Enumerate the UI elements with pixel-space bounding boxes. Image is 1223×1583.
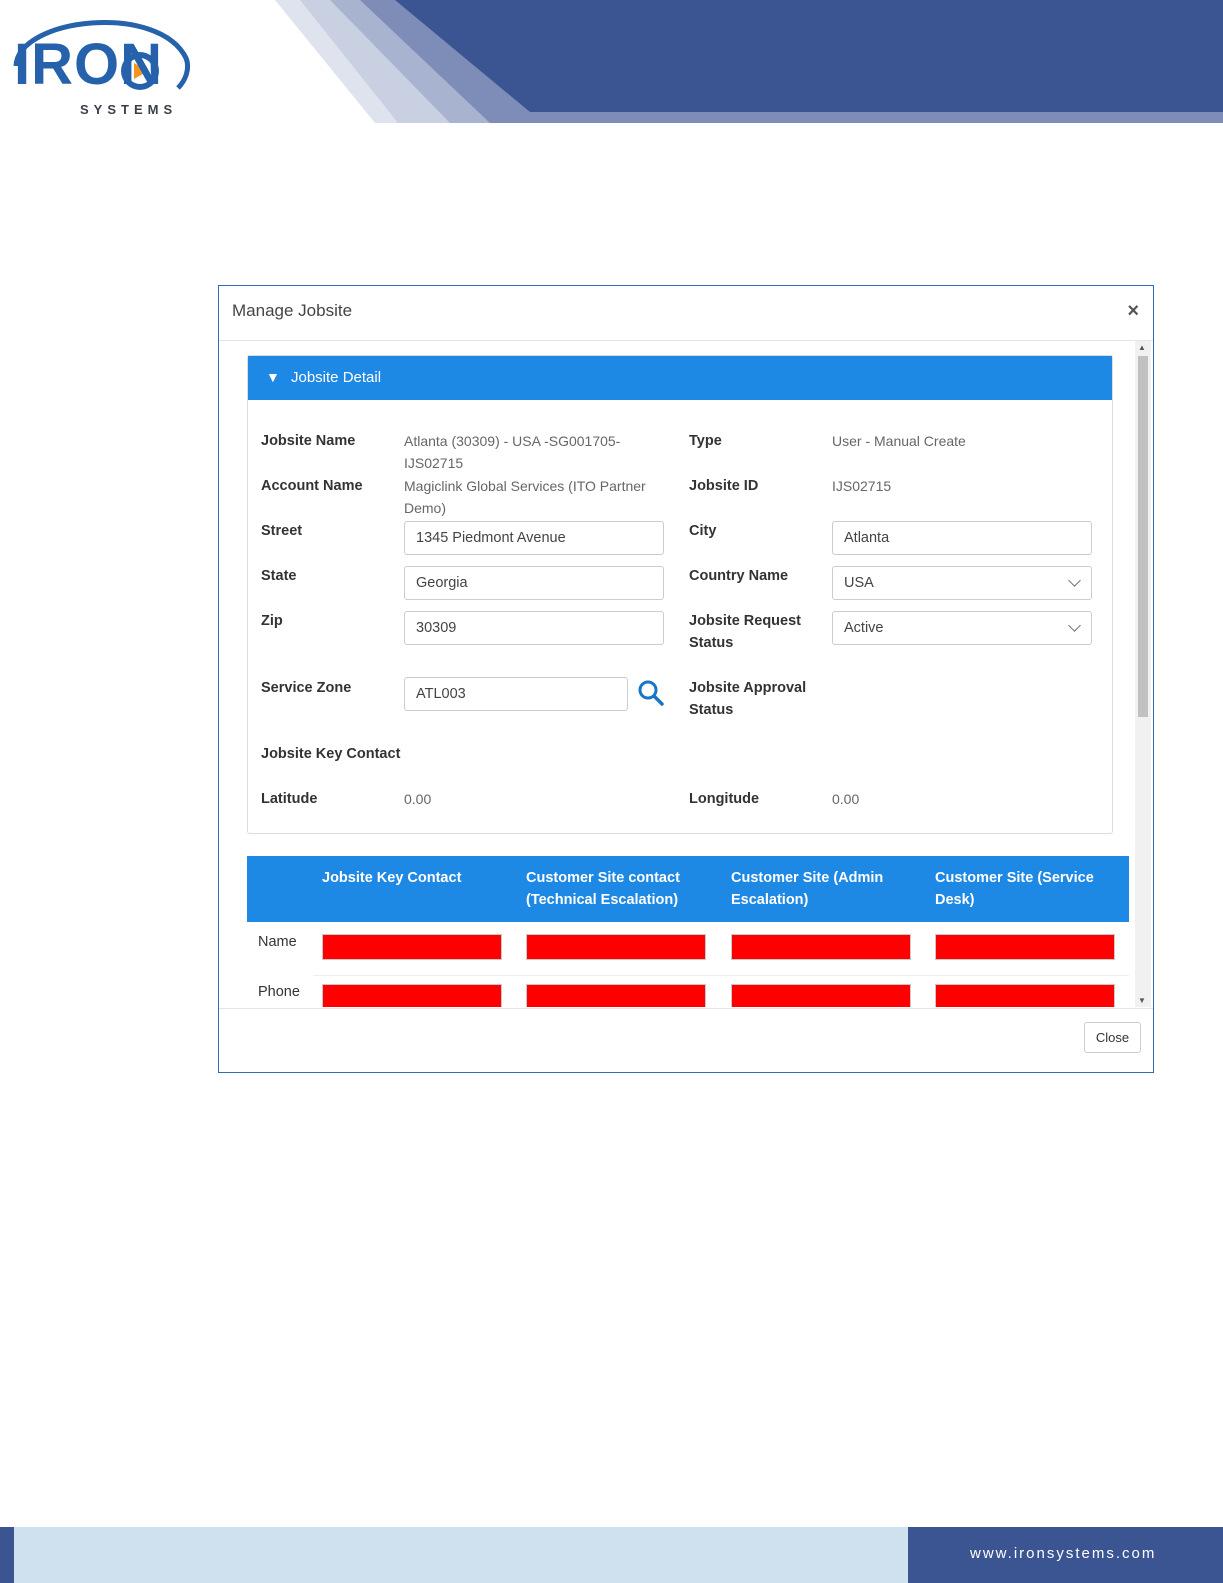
footer-strip	[0, 1527, 14, 1583]
column-header-admin-escalation: Customer Site (Admin Escalation)	[731, 870, 884, 908]
city-label: City	[689, 523, 717, 539]
state-input[interactable]: Georgia	[404, 566, 664, 600]
column-header-service-desk: Customer Site (Service Desk)	[935, 870, 1094, 908]
jobsite-detail-panel: ▼ Jobsite Detail Jobsite Name Atlanta (3…	[247, 355, 1113, 834]
state-label: State	[261, 568, 297, 584]
account-name-label: Account Name	[261, 478, 363, 494]
scroll-up-arrow-icon[interactable]: ▲	[1138, 343, 1146, 352]
name-field-service-desk[interactable]	[935, 934, 1115, 960]
modal-scrollbar[interactable]: ▲ ▼	[1135, 341, 1151, 1007]
phone-field-admin-escalation[interactable]	[731, 984, 911, 1007]
page-header: IRON SYSTEMS	[0, 0, 1223, 125]
country-select[interactable]: USA	[832, 566, 1092, 600]
phone-field-key-contact[interactable]	[322, 984, 502, 1007]
type-label: Type	[689, 433, 722, 449]
page-footer: www.ironsystems.com	[0, 1527, 1223, 1583]
street-label: Street	[261, 523, 303, 539]
chevron-down-icon	[1068, 619, 1081, 632]
account-name-value-line1: Magiclink Global Services (ITO Partner	[404, 478, 646, 494]
city-input[interactable]: Atlanta	[832, 521, 1092, 555]
name-field-key-contact[interactable]	[322, 934, 502, 960]
footer-band	[14, 1527, 908, 1583]
name-field-admin-escalation[interactable]	[731, 934, 911, 960]
street-input[interactable]: 1345 Piedmont Avenue	[404, 521, 664, 555]
name-field-technical-escalation[interactable]	[526, 934, 706, 960]
country-selected-value: USA	[844, 575, 874, 591]
search-icon[interactable]	[637, 679, 665, 707]
manage-jobsite-modal: Manage Jobsite × ▼ Jobsite Detail Jobsit…	[218, 285, 1154, 1073]
jobsite-id-value: IJS02715	[832, 478, 892, 494]
close-button[interactable]: Close	[1084, 1022, 1141, 1053]
zip-input[interactable]: 30309	[404, 611, 664, 645]
country-name-label: Country Name	[689, 568, 789, 584]
jobsite-request-status-label-line2: Status	[689, 635, 734, 651]
column-header-technical-escalation: Customer Site contact (Technical Escalati…	[526, 870, 680, 908]
panel-title: Jobsite Detail	[291, 369, 382, 386]
service-zone-label: Service Zone	[261, 680, 352, 696]
modal-header: Manage Jobsite ×	[219, 286, 1153, 341]
row-label-name: Name	[258, 934, 297, 950]
scroll-down-arrow-icon[interactable]: ▼	[1138, 996, 1146, 1005]
row-divider	[313, 975, 1129, 976]
phone-field-technical-escalation[interactable]	[526, 984, 706, 1007]
jobsite-name-value-line2: IJS02715	[404, 455, 464, 471]
zip-label: Zip	[261, 613, 283, 629]
company-logo: IRON SYSTEMS	[8, 8, 191, 117]
latitude-label: Latitude	[261, 791, 318, 807]
contacts-table-header: Jobsite Key Contact Customer Site contac…	[247, 856, 1129, 922]
account-name-value-line2: Demo)	[404, 500, 447, 516]
jobsite-id-label: Jobsite ID	[689, 478, 759, 494]
jobsite-name-label: Jobsite Name	[261, 433, 356, 449]
logo-subtext: SYSTEMS	[80, 102, 178, 117]
service-zone-input[interactable]: ATL003	[404, 677, 628, 711]
longitude-value: 0.00	[832, 791, 860, 807]
row-label-phone: Phone	[258, 984, 300, 1000]
modal-footer: Close	[219, 1008, 1153, 1073]
type-value: User - Manual Create	[832, 433, 966, 449]
phone-field-service-desk[interactable]	[935, 984, 1115, 1007]
chevron-down-icon	[1068, 574, 1081, 587]
column-header-jobsite-key-contact: Jobsite Key Contact	[322, 870, 462, 886]
jobsite-detail-toggle[interactable]: ▼ Jobsite Detail	[248, 356, 1112, 400]
request-status-selected-value: Active	[844, 620, 884, 636]
jobsite-request-status-label-line1: Jobsite Request	[689, 613, 801, 629]
modal-title: Manage Jobsite	[232, 301, 353, 320]
scrollbar-thumb[interactable]	[1138, 356, 1148, 717]
collapse-arrow-icon: ▼	[266, 369, 280, 385]
request-status-select[interactable]: Active	[832, 611, 1092, 645]
jobsite-name-value-line1: Atlanta (30309) - USA -SG001705-	[404, 433, 621, 449]
jobsite-key-contact-label: Jobsite Key Contact	[261, 746, 401, 762]
jobsite-approval-status-label-line1: Jobsite Approval	[689, 680, 807, 696]
latitude-value: 0.00	[404, 791, 432, 807]
logo-text: IRON	[14, 32, 163, 97]
close-icon[interactable]: ×	[1127, 300, 1139, 323]
modal-body: ▼ Jobsite Detail Jobsite Name Atlanta (3…	[219, 341, 1153, 1007]
longitude-label: Longitude	[689, 791, 760, 807]
jobsite-approval-status-label-line2: Status	[689, 702, 734, 718]
website-url: www.ironsystems.com	[970, 1545, 1157, 1562]
